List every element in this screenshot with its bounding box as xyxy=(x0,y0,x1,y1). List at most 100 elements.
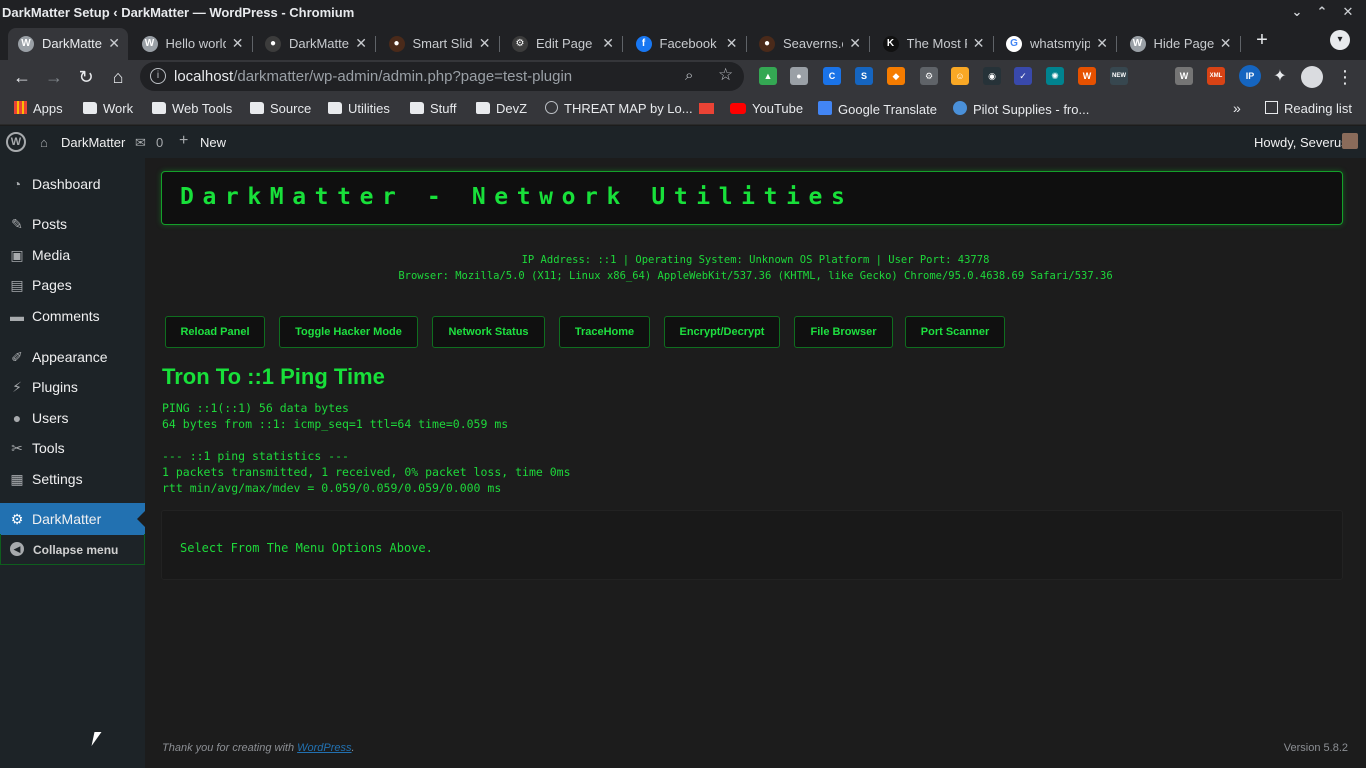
toggle-hacker-mode-button[interactable]: Toggle Hacker Mode xyxy=(279,316,418,348)
sidebar-item-tools[interactable]: ✂ Tools xyxy=(0,432,145,464)
close-tab-icon[interactable]: ✕ xyxy=(726,35,738,52)
url-text[interactable]: localhost/darkmatter/wp-admin/admin.php?… xyxy=(174,68,572,85)
close-tab-icon[interactable]: ✕ xyxy=(355,35,367,52)
sidebar-item-users[interactable]: ● Users xyxy=(0,402,145,434)
bookmark-item[interactable]: Google Translate xyxy=(818,101,937,117)
bookmark-item[interactable]: Work xyxy=(83,101,133,117)
close-tab-icon[interactable]: ✕ xyxy=(108,35,120,52)
emoji-extension-icon[interactable]: ☺ xyxy=(951,67,969,85)
tab-item[interactable]: f Facebook ✕ xyxy=(626,28,747,60)
tracehome-button[interactable]: TraceHome xyxy=(559,316,650,348)
wordpress-logo-icon[interactable]: W xyxy=(6,132,26,152)
bookmark-item[interactable]: THREAT MAP by Lo... xyxy=(545,101,693,117)
comment-icon: ▬ xyxy=(10,308,24,324)
tab-item[interactable]: K The Most F ✕ xyxy=(873,28,994,60)
profile-avatar[interactable] xyxy=(1301,66,1323,88)
dark-extension-icon[interactable]: ◉ xyxy=(983,67,1001,85)
shield-extension-icon[interactable]: C xyxy=(823,67,841,85)
tab-item[interactable]: ● Seaverns.c ✕ xyxy=(749,28,870,60)
sidebar-item-plugins[interactable]: ⚡ Plugins xyxy=(0,371,145,403)
tab-item[interactable]: Gwhatsmyip ✕ xyxy=(996,28,1117,60)
plus-icon[interactable]: + xyxy=(179,132,188,150)
xml-extension-icon[interactable]: XML xyxy=(1207,67,1225,85)
sidebar-item-dashboard[interactable]: ◔ Dashboard xyxy=(0,168,145,200)
minimize-icon[interactable]: ⌄ xyxy=(1287,3,1307,21)
address-bar[interactable]: i localhost/darkmatter/wp-admin/admin.ph… xyxy=(140,62,744,91)
extension-cluster-icon[interactable]: ● xyxy=(790,67,808,85)
encrypt-decrypt-button[interactable]: Encrypt/Decrypt xyxy=(664,316,780,348)
tab-item[interactable]: ● DarkMatter ✕ xyxy=(255,28,376,60)
comments-count[interactable]: 0 xyxy=(156,135,163,150)
home-icon[interactable]: ⌂ xyxy=(106,65,130,89)
sidebar-item-settings[interactable]: ▦ Settings xyxy=(0,463,145,495)
extensions-puzzle-icon[interactable]: ✦ xyxy=(1268,65,1292,89)
bookmark-label: Pilot Supplies - fro... xyxy=(973,102,1090,117)
tab-search-icon[interactable]: ▾ xyxy=(1330,30,1350,50)
orange-extension-icon[interactable]: ◆ xyxy=(887,67,905,85)
collapse-menu-button[interactable]: ◀ Collapse menu xyxy=(0,534,145,565)
bookmark-item[interactable]: DevZ xyxy=(476,101,527,117)
network-status-button[interactable]: Network Status xyxy=(432,316,545,348)
close-tab-icon[interactable]: ✕ xyxy=(1096,35,1108,52)
wordpress-link[interactable]: WordPress xyxy=(297,742,351,754)
tab-item[interactable]: W Hide Page ✕ xyxy=(1120,28,1241,60)
sidebar-item-comments[interactable]: ▬ Comments xyxy=(0,300,145,332)
bookmark-star-icon[interactable]: ☆ xyxy=(718,65,733,85)
tab-item[interactable]: W Hello world ✕ xyxy=(132,28,253,60)
s-extension-icon[interactable]: S xyxy=(855,67,873,85)
google-drive-icon[interactable]: ▲ xyxy=(759,67,777,85)
new-extension-icon[interactable]: NEW xyxy=(1110,67,1128,85)
forward-icon[interactable]: → xyxy=(42,65,66,89)
user-avatar[interactable] xyxy=(1342,133,1358,149)
close-tab-icon[interactable]: ✕ xyxy=(232,35,244,52)
sidebar-item-pages[interactable]: ▤ Pages xyxy=(0,269,145,301)
howdy-user[interactable]: Howdy, Severus xyxy=(1254,135,1348,150)
port-scanner-button[interactable]: Port Scanner xyxy=(905,316,1005,348)
tab-label: The Most F xyxy=(906,36,967,51)
gear-extension-icon[interactable]: ⚙ xyxy=(920,67,938,85)
sidebar-item-media[interactable]: ▣ Media xyxy=(0,239,145,271)
maximize-icon[interactable]: ⌃ xyxy=(1312,3,1332,21)
reload-panel-button[interactable]: Reload Panel xyxy=(165,316,265,348)
react-extension-icon[interactable]: ✺ xyxy=(1046,67,1064,85)
sidebar-item-darkmatter[interactable]: ⚙ DarkMatter xyxy=(0,503,145,535)
reading-list-button[interactable]: Reading list xyxy=(1265,101,1352,117)
w-grey-extension-icon[interactable]: W xyxy=(1175,67,1193,85)
close-window-icon[interactable]: ✕ xyxy=(1338,3,1358,21)
bookmark-item[interactable]: Source xyxy=(250,101,311,117)
w-orange-extension-icon[interactable]: W xyxy=(1078,67,1096,85)
comments-icon[interactable]: ✉ xyxy=(135,135,146,151)
close-tab-icon[interactable]: ✕ xyxy=(1220,35,1232,52)
close-tab-icon[interactable]: ✕ xyxy=(849,35,861,52)
site-name-link[interactable]: DarkMatter xyxy=(61,135,125,150)
file-browser-button[interactable]: File Browser xyxy=(794,316,893,348)
sidebar-item-appearance[interactable]: ✐ Appearance xyxy=(0,341,145,373)
reload-icon[interactable]: ↻ xyxy=(74,65,98,89)
close-tab-icon[interactable]: ✕ xyxy=(602,35,614,52)
site-info-icon[interactable]: i xyxy=(150,68,166,84)
bookmark-item[interactable]: YouTube xyxy=(730,101,803,117)
bookmark-item[interactable]: Utilities xyxy=(328,101,390,117)
new-content-link[interactable]: New xyxy=(200,135,226,150)
more-bookmarks-icon[interactable]: » xyxy=(1233,100,1241,116)
tab-item[interactable]: ⚙ Edit Page ✕ xyxy=(502,28,623,60)
sidebar-item-label: Dashboard xyxy=(32,176,101,192)
home-icon[interactable]: ⌂ xyxy=(40,135,48,150)
close-tab-icon[interactable]: ✕ xyxy=(973,35,985,52)
bookmark-item[interactable]: Web Tools xyxy=(152,101,232,117)
tab-item[interactable]: ● Smart Slider ✕ xyxy=(379,28,500,60)
browser-menu-icon[interactable]: ⋮ xyxy=(1333,65,1357,89)
tab-item[interactable]: W DarkMatter ✕ xyxy=(8,28,128,60)
checklist-extension-icon[interactable]: ✓ xyxy=(1014,67,1032,85)
ping-output-line: 1 packets transmitted, 1 received, 0% pa… xyxy=(162,465,571,479)
bookmark-item[interactable]: Pilot Supplies - fro... xyxy=(953,101,1089,117)
back-icon[interactable]: ← xyxy=(10,65,34,89)
sidebar-item-posts[interactable]: ✎ Posts xyxy=(0,208,145,240)
bookmark-item[interactable] xyxy=(699,101,720,117)
new-tab-button[interactable]: + xyxy=(1250,28,1274,52)
close-tab-icon[interactable]: ✕ xyxy=(479,35,491,52)
ip-extension-icon[interactable]: IP xyxy=(1239,65,1261,87)
bookmark-item[interactable]: Apps xyxy=(14,101,63,117)
zoom-icon[interactable]: ⌕ xyxy=(685,67,693,84)
bookmark-item[interactable]: Stuff xyxy=(410,101,457,117)
